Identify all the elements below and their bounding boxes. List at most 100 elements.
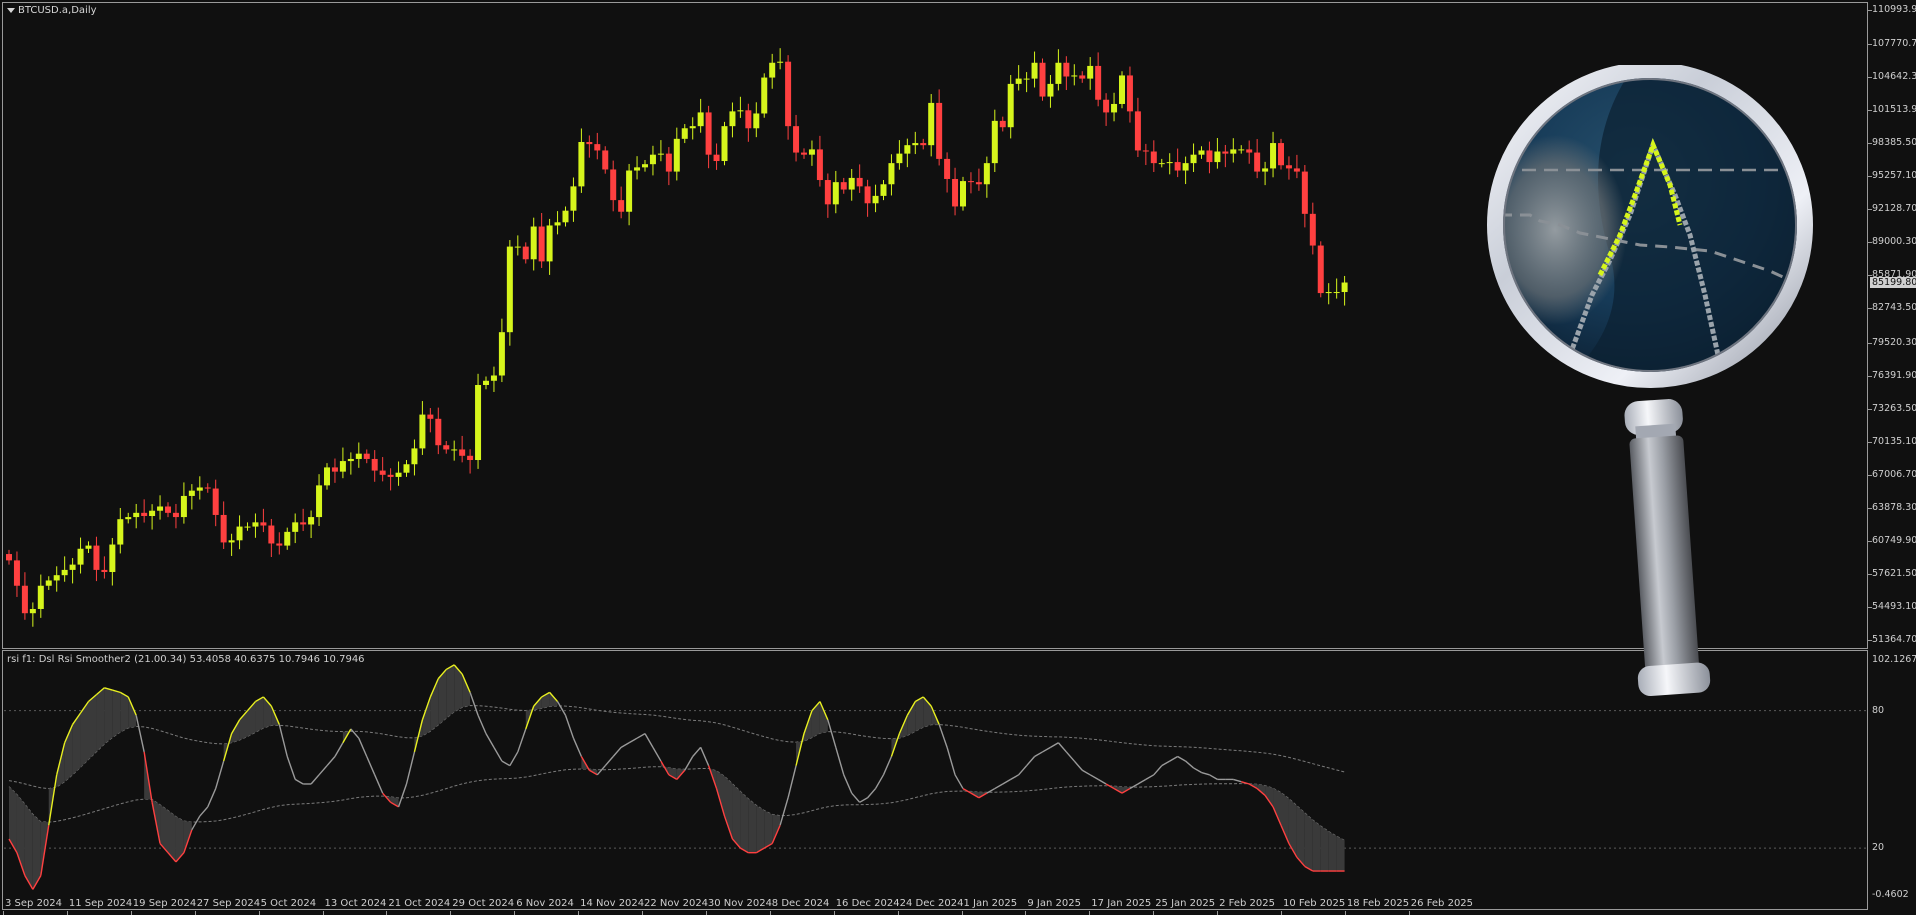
candle-body [1142, 150, 1149, 152]
rsi-line-segment [358, 737, 368, 757]
rsi-fill-lower [1320, 826, 1329, 872]
candle-body [1150, 151, 1157, 164]
candle-body [1230, 149, 1237, 154]
candle-body [260, 522, 267, 526]
rsi-line-segment [636, 732, 646, 739]
candle-body [125, 517, 132, 520]
rsi-fill-upper [120, 692, 129, 733]
rsi-line-segment [366, 756, 376, 776]
rsi-line-segment [286, 756, 296, 780]
time-axis-label: 21 Oct 2024 [388, 898, 451, 909]
candle-body [570, 186, 577, 211]
rsi-line-segment [310, 774, 320, 785]
candle-body [101, 569, 108, 573]
candle-body [1174, 162, 1181, 171]
candle-body [777, 61, 784, 63]
candle-body [1254, 152, 1261, 172]
candle-body [657, 153, 664, 155]
candle-body [848, 177, 855, 190]
time-tick [1025, 911, 1027, 915]
candle-body [1031, 62, 1038, 79]
candle-body [912, 143, 919, 146]
time-axis-label: 25 Jan 2025 [1155, 898, 1216, 909]
rsi-fill-lower [756, 805, 765, 853]
candle-body [443, 445, 450, 450]
candle-body [1015, 78, 1022, 84]
candle-body [808, 149, 815, 155]
rsi-line-segment [787, 765, 797, 798]
candle-body [793, 126, 800, 153]
candle-body [141, 512, 148, 517]
time-tick [66, 911, 68, 915]
candle-body [1246, 149, 1253, 153]
candle-body [109, 544, 116, 573]
rsi-line-segment [509, 751, 519, 767]
rsi-line-segment [1209, 774, 1218, 781]
candle-body [196, 487, 203, 491]
rsi-line-segment [397, 783, 408, 808]
candle-body [753, 113, 760, 129]
candle-body [85, 545, 92, 549]
candle-body [1007, 83, 1014, 128]
candle-body [832, 182, 839, 205]
candle-body [37, 585, 44, 609]
rsi-line-segment [1034, 751, 1043, 758]
rsi-fill-lower [764, 810, 773, 849]
time-tick [130, 911, 132, 915]
candle-body [586, 142, 593, 145]
candle-body [864, 186, 871, 204]
candle-body [952, 178, 959, 207]
candle-body [419, 414, 426, 449]
candle-body [1238, 149, 1245, 151]
candle-body [395, 472, 402, 477]
candle-body [61, 569, 68, 576]
rsi-line-segment [1177, 755, 1186, 762]
candle-body [347, 458, 354, 462]
rsi-line-segment [191, 815, 201, 831]
rsi-fill-upper [907, 701, 916, 736]
rsi-line-segment [604, 756, 614, 767]
rsi-line-segment [946, 747, 956, 776]
rsi-line-segment [1050, 742, 1059, 748]
rsi-line-segment [1089, 774, 1099, 781]
rsi-line-segment [700, 747, 710, 766]
candle-body [721, 126, 728, 162]
magnifier-icon [1487, 65, 1813, 696]
candle-body [276, 543, 283, 546]
candle-body [21, 585, 28, 614]
time-axis-label: 22 Nov 2024 [644, 898, 709, 909]
candle-body [697, 112, 704, 127]
candle-body [689, 126, 696, 129]
rsi-line-segment [851, 792, 861, 803]
price-axis-label: 107770.70 [1872, 38, 1916, 50]
time-tick [833, 911, 835, 915]
candle-body [1079, 75, 1086, 79]
candle-body [594, 144, 601, 151]
candle-body [578, 142, 585, 187]
candle-body [498, 332, 505, 376]
rsi-fill-lower [1273, 788, 1281, 826]
rsi-line-segment [954, 774, 964, 789]
candle-body [904, 145, 911, 154]
time-axis-label: 1 Jan 2025 [963, 898, 1018, 909]
candle-body [165, 506, 171, 513]
indicator-axis-label: -0.4602 [1872, 889, 1909, 900]
time-tick [194, 911, 196, 915]
rsi-fill-upper [112, 690, 121, 738]
candle-body [13, 560, 20, 586]
candle-body [188, 490, 195, 496]
rsi-line-segment [405, 751, 416, 785]
time-tick [642, 911, 643, 915]
rsi-line-segment [135, 715, 145, 753]
rsi-line-segment [1065, 751, 1075, 762]
rsi-line-segment [874, 774, 885, 789]
time-axis-label: 2 Feb 2025 [1219, 898, 1275, 909]
rsi-line-segment [1193, 767, 1202, 774]
chart-window[interactable]: BTCUSD.a,Daily rsi f1: Dsl Rsi Smoother2… [0, 0, 1916, 915]
candle-body [713, 154, 720, 162]
candle-body [411, 448, 418, 465]
rsi-line-segment [652, 746, 662, 762]
candle-body [554, 222, 561, 226]
candle-body [562, 210, 569, 223]
candle-body [1301, 171, 1308, 214]
